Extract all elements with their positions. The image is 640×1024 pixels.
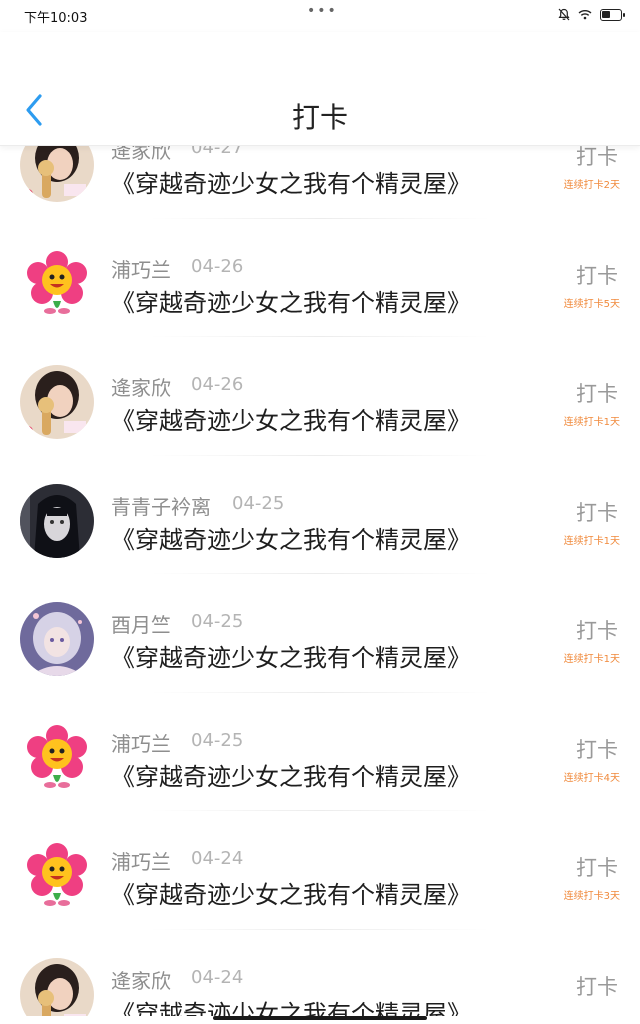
checkin-date: 04-24 [191, 848, 244, 869]
user-name: 浦巧兰 [111, 257, 171, 282]
user-name: 浦巧兰 [111, 731, 171, 756]
avatar[interactable] [20, 839, 94, 913]
checkin-date: 04-25 [191, 729, 244, 751]
book-title: 《穿越奇迹少女之我有个精灵屋》 [111, 407, 471, 435]
multitask-dots[interactable]: ••• [307, 3, 338, 19]
checkin-action-label[interactable]: 打卡 [576, 497, 618, 527]
checkin-date: 04-25 [191, 611, 244, 632]
user-name: 逄家欣 [111, 376, 171, 400]
checkin-item[interactable]: 酉月竺 04-25 《穿越奇迹少女之我有个精灵屋》 打卡连续打卡1天 [0, 574, 640, 693]
user-name: 酉月竺 [111, 613, 171, 637]
checkin-date: 04-26 [191, 255, 244, 277]
checkin-list[interactable]: 逄家欣 04-27 《穿越奇迹少女之我有个精灵屋》 打卡 连续打卡2天 浦巧兰 04-26 《… [0, 146, 640, 1016]
status-bar: 下午10:03 ••• [0, 0, 640, 32]
avatar[interactable] [20, 365, 94, 439]
streak-label: 连续打卡2天 [563, 180, 620, 191]
avatar[interactable] [20, 246, 94, 321]
checkin-action-label[interactable]: 打卡 [576, 971, 618, 1001]
checkin-item[interactable]: 浦巧兰 04-24 《穿越奇迹少女之我有个精灵屋》 打卡连续打卡3天 [0, 811, 640, 930]
book-title: 《穿越奇迹少女之我有个精灵屋》 [111, 525, 471, 554]
streak-label: 连续打卡1天 [563, 535, 620, 547]
book-title: 《穿越奇迹少女之我有个精灵屋》 [111, 762, 471, 791]
checkin-item[interactable]: 逄家欣 04-24 《穿越奇迹少女之我有个精灵屋》 打卡 [0, 930, 640, 1017]
checkin-action-label[interactable]: 打卡 [576, 378, 618, 408]
status-icons [558, 8, 625, 21]
user-name: 浦巧兰 [111, 850, 171, 874]
avatar[interactable] [20, 483, 94, 558]
status-time: 下午10:03 [24, 11, 88, 26]
checkin-item[interactable]: 逄家欣 04-26 《穿越奇迹少女之我有个精灵屋》 打卡连续打卡1天 [0, 337, 640, 456]
avatar[interactable] [20, 602, 94, 676]
avatar[interactable] [20, 146, 94, 202]
checkin-action-label[interactable]: 打卡 [576, 146, 618, 171]
checkin-item[interactable]: 浦巧兰 04-25 《穿越奇迹少女之我有个精灵屋》 打卡连续打卡4天 [0, 693, 640, 811]
checkin-date: 04-26 [191, 374, 244, 395]
book-title: 《穿越奇迹少女之我有个精灵屋》 [111, 999, 471, 1017]
book-title: 《穿越奇迹少女之我有个精灵屋》 [111, 881, 471, 909]
page-title: 打卡 [291, 101, 348, 134]
wifi-icon [578, 10, 592, 20]
book-title: 《穿越奇迹少女之我有个精灵屋》 [111, 170, 471, 198]
book-title: 《穿越奇迹少女之我有个精灵屋》 [111, 288, 471, 317]
battery-icon [600, 8, 625, 21]
checkin-item[interactable]: 浦巧兰 04-26 《穿越奇迹少女之我有个精灵屋》 打卡连续打卡5天 [0, 219, 640, 337]
checkin-item[interactable]: 青青子衿离 04-25 《穿越奇迹少女之我有个精灵屋》 打卡连续打卡1天 [0, 456, 640, 574]
home-indicator[interactable] [213, 1016, 427, 1020]
checkin-action-label[interactable]: 打卡 [576, 852, 618, 882]
checkin-action-label[interactable]: 打卡 [576, 260, 618, 290]
streak-label: 连续打卡5天 [563, 298, 620, 310]
book-title: 《穿越奇迹少女之我有个精灵屋》 [111, 644, 471, 672]
avatar[interactable] [20, 957, 94, 1016]
streak-label: 连续打卡3天 [563, 891, 620, 902]
avatar[interactable] [20, 720, 94, 795]
user-name: 青青子衿离 [111, 494, 211, 519]
checkin-date: 04-25 [232, 492, 285, 514]
checkin-date: 04-24 [191, 966, 244, 988]
streak-label: 连续打卡4天 [563, 772, 620, 784]
checkin-action-label[interactable]: 打卡 [576, 615, 618, 645]
checkin-action-label[interactable]: 打卡 [576, 734, 618, 764]
user-name: 逄家欣 [111, 146, 171, 163]
nav-header: 打卡 [0, 32, 640, 146]
checkin-date: 04-27 [191, 146, 244, 158]
user-name: 逄家欣 [111, 968, 171, 993]
streak-label: 连续打卡1天 [563, 417, 620, 428]
checkin-item[interactable]: 逄家欣 04-27 《穿越奇迹少女之我有个精灵屋》 打卡连续打卡2天 [0, 146, 640, 219]
streak-label: 连续打卡1天 [563, 654, 620, 665]
mute-bell-icon [558, 8, 570, 21]
